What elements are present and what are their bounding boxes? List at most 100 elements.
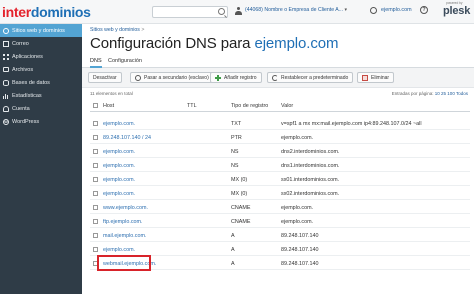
reset-default-button[interactable]: Restablecer a predeterminado [267,72,354,83]
tab-bar: DNS Configuración [82,57,474,68]
record-value: ejemplo.com. [281,135,314,141]
record-value: ejemplo.com. [281,219,314,225]
host-link[interactable]: ftp.ejemplo.com. [103,219,143,225]
stats-icon [3,92,9,99]
record-value: 89.248.107.140 [281,261,319,267]
record-value: dns2.interdominios.com. [281,149,340,155]
row-checkbox[interactable] [93,163,98,168]
record-type: NS [231,163,239,169]
row-checkbox[interactable] [93,191,98,196]
sidebar-item-websites-domains[interactable]: Sitios web y dominios [0,24,82,37]
items-count: 11 elementos en total [90,91,133,96]
highlight-box [97,255,151,271]
help-icon[interactable]: ? [420,6,428,14]
secondary-button[interactable]: Pasar a secundario (esclavo) [130,72,214,83]
breadcrumb-link-websites[interactable]: Sitios web y dominios [90,27,140,33]
table-row: mail.ejemplo.com. A 89.248.107.140 [90,229,470,242]
brand-logo[interactable]: interdominios [2,4,91,20]
per-page-options[interactable]: 10 25 100 Todos [435,91,468,96]
host-link[interactable]: ejemplo.com. [103,121,135,127]
toolbar: Desactivar Pasar a secundario (esclavo) … [82,68,474,88]
search-input[interactable] [152,6,228,18]
table-row: ejemplo.com. NS dns2.interdominios.com. [90,145,470,158]
globe-icon [370,7,377,14]
sidebar-item-applications[interactable]: Aplicaciones [0,50,82,63]
gear-icon [135,74,141,81]
record-type: MX (0) [231,177,248,183]
sidebar-item-statistics[interactable]: Estadísticas [0,89,82,102]
apps-icon [3,53,9,60]
reset-icon [272,74,278,81]
search-icon [218,8,225,15]
sidebar-item-databases[interactable]: Bases de datos [0,76,82,89]
select-all-checkbox[interactable] [93,103,98,108]
user-icon [3,105,9,112]
record-type: A [231,261,235,267]
globe-icon [3,27,9,34]
host-link[interactable]: 89.248.107.140 / 24 [103,135,151,141]
host-link[interactable]: ejemplo.com. [103,177,135,183]
sidebar-item-mail[interactable]: Correo [0,37,82,50]
table-row: ejemplo.com. MX (0) sx02.interdominios.c… [90,187,470,200]
column-type[interactable]: Tipo de registro [231,103,268,109]
record-value: v=spf1 a mx mx:mail.ejemplo.com ip4:89.2… [281,121,422,127]
host-link[interactable]: ejemplo.com. [103,191,135,197]
row-checkbox[interactable] [93,205,98,210]
record-type: TXT [231,121,242,127]
deactivate-button[interactable]: Desactivar [88,72,122,83]
record-value: sx01.interdominios.com. [281,177,340,183]
record-type: MX (0) [231,191,248,197]
host-link[interactable]: mail.ejemplo.com. [103,233,146,239]
record-type: PTR [231,135,242,141]
mail-icon [3,40,9,47]
record-value: sx02.interdominios.com. [281,191,340,197]
record-value: 89.248.107.140 [281,233,319,239]
row-checkbox[interactable] [93,177,98,182]
delete-icon [362,74,368,81]
database-icon [3,79,9,86]
plus-icon [215,74,221,81]
table-row: ejemplo.com. MX (0) sx01.interdominios.c… [90,173,470,186]
top-bar: interdominios (44068) Nombre o Empresa d… [0,0,474,24]
column-ttl[interactable]: TTL [187,103,197,109]
record-type: A [231,247,235,253]
sidebar-item-files[interactable]: Archivos [0,63,82,76]
page-title: Configuración DNS para ejemplo.com [90,35,339,52]
domain-selector[interactable]: ejemplo.com [381,7,412,13]
folder-icon [3,67,9,72]
record-type: A [231,233,235,239]
host-link[interactable]: www.ejemplo.com. [103,205,148,211]
plesk-logo: plesk [443,5,471,17]
tab-settings[interactable]: Configuración [108,58,142,68]
host-link[interactable]: ejemplo.com. [103,163,135,169]
host-link[interactable]: ejemplo.com. [103,149,135,155]
table-row: ftp.ejemplo.com. CNAME ejemplo.com. [90,215,470,228]
sidebar: Sitios web y dominios Correo Aplicacione… [0,24,82,294]
row-checkbox[interactable] [93,219,98,224]
row-checkbox[interactable] [93,149,98,154]
pagination-size: Entradas por página: 10 25 100 Todos [391,91,468,96]
record-type: CNAME [231,219,251,225]
host-link[interactable]: ejemplo.com. [103,247,135,253]
column-host[interactable]: Host [103,103,114,109]
user-icon [235,7,242,15]
table-row: www.ejemplo.com. CNAME ejemplo.com. [90,201,470,214]
delete-button[interactable]: Eliminar [357,72,395,83]
record-type: NS [231,149,239,155]
row-checkbox[interactable] [93,135,98,140]
account-menu[interactable]: (44068) Nombre o Empresa de Cliente A...… [245,7,347,13]
table-row: ejemplo.com. TXT v=spf1 a mx mx:mail.eje… [90,117,470,130]
sidebar-item-wordpress[interactable]: W WordPress [0,115,82,128]
sidebar-item-account[interactable]: Cuenta [0,102,82,115]
tab-dns[interactable]: DNS [90,58,102,68]
table-row: 89.248.107.140 / 24 PTR ejemplo.com. [90,131,470,144]
table-header: Host TTL Tipo de registro Valor [90,100,470,112]
breadcrumb: Sitios web y dominios > [90,27,145,33]
wordpress-icon: W [3,118,9,125]
row-checkbox[interactable] [93,121,98,126]
record-type: CNAME [231,205,251,211]
add-record-button[interactable]: Añadir registro [210,72,262,83]
column-value[interactable]: Valor [281,103,293,109]
row-checkbox[interactable] [93,247,98,252]
row-checkbox[interactable] [93,233,98,238]
